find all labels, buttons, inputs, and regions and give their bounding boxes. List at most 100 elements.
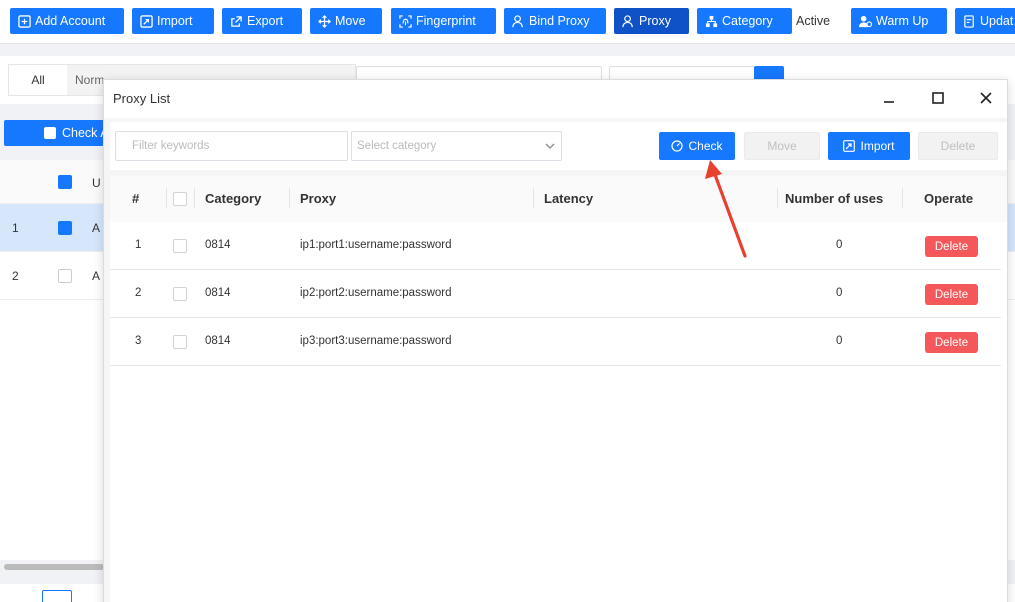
proxy-label: Proxy bbox=[639, 14, 671, 28]
dialog-title: Proxy List bbox=[113, 91, 171, 106]
row-category: 0814 bbox=[205, 335, 231, 347]
update-button[interactable]: Updat bbox=[955, 8, 1015, 34]
select-all-checkbox[interactable] bbox=[173, 192, 187, 206]
row-checkbox[interactable] bbox=[58, 221, 72, 235]
update-icon bbox=[964, 14, 974, 28]
close-icon[interactable] bbox=[978, 90, 994, 106]
row-delete-button[interactable]: Delete bbox=[925, 284, 978, 305]
add-account-label: Add Account bbox=[35, 14, 106, 28]
category-select[interactable]: Select category bbox=[351, 131, 562, 161]
add-account-button[interactable]: Add Account bbox=[10, 8, 124, 34]
column-category: Category bbox=[205, 191, 262, 206]
bind-proxy-icon bbox=[512, 14, 523, 27]
move-button[interactable]: Move bbox=[310, 8, 382, 34]
column-index: # bbox=[132, 191, 140, 206]
import-label: Import bbox=[157, 14, 193, 28]
import-icon bbox=[843, 140, 856, 152]
check-button[interactable]: Check bbox=[659, 132, 735, 160]
active-label: Active bbox=[796, 14, 831, 28]
column-operate: Operate bbox=[924, 191, 974, 206]
row-category: 0814 bbox=[205, 287, 231, 299]
row-index: 2 bbox=[12, 269, 19, 283]
warm-up-icon bbox=[859, 15, 872, 27]
row-proxy: ip1:port1:username:password bbox=[300, 239, 452, 251]
chevron-down-icon bbox=[545, 143, 555, 149]
bind-proxy-label: Bind Proxy bbox=[529, 14, 590, 28]
header-partial: U bbox=[92, 176, 101, 190]
minimize-icon[interactable] bbox=[881, 90, 897, 106]
import-icon bbox=[140, 14, 153, 28]
export-label: Export bbox=[247, 14, 284, 28]
row-index: 1 bbox=[135, 239, 142, 251]
fingerprint-label: Fingerprint bbox=[416, 14, 476, 28]
table-row[interactable]: 1 0814 ip1:port1:username:password 0 Del… bbox=[110, 222, 1001, 270]
row-checkbox[interactable] bbox=[58, 269, 72, 283]
column-proxy: Proxy bbox=[300, 191, 337, 206]
column-latency: Latency bbox=[544, 191, 594, 206]
horizontal-scrollbar[interactable] bbox=[4, 564, 104, 570]
move-label: Move bbox=[335, 14, 366, 28]
table-row[interactable]: 3 0814 ip3:port3:username:password 0 Del… bbox=[110, 318, 1001, 366]
speedometer-icon bbox=[671, 140, 684, 152]
delete-button[interactable]: Delete bbox=[918, 132, 998, 160]
row-delete-button[interactable]: Delete bbox=[925, 236, 978, 257]
row-proxy: ip3:port3:username:password bbox=[300, 335, 452, 347]
row-proxy: ip2:port2:username:password bbox=[300, 287, 452, 299]
column-number-of-uses: Number of uses bbox=[785, 191, 884, 206]
column-separator bbox=[533, 188, 534, 208]
proxy-table-header: # Category Proxy Latency Number of uses … bbox=[110, 176, 1007, 222]
category-label: Category bbox=[722, 14, 773, 28]
import-button[interactable]: Import bbox=[828, 132, 910, 160]
plus-square-icon bbox=[18, 14, 31, 28]
check-label: Check bbox=[688, 139, 723, 153]
export-button[interactable]: Export bbox=[222, 8, 302, 34]
warm-up-button[interactable]: Warm Up bbox=[851, 8, 947, 34]
fingerprint-button[interactable]: Fingerprint bbox=[391, 8, 496, 34]
update-label: Updat bbox=[980, 14, 1014, 28]
row-category: 0814 bbox=[205, 239, 231, 251]
warm-up-label: Warm Up bbox=[876, 14, 929, 28]
proxy-list-dialog: Proxy List Filter keywords Select catego… bbox=[103, 79, 1008, 602]
page-number-box[interactable] bbox=[42, 590, 72, 602]
proxy-button[interactable]: Proxy bbox=[614, 8, 689, 34]
row-delete-button[interactable]: Delete bbox=[925, 332, 978, 353]
column-separator bbox=[902, 188, 903, 208]
category-select-placeholder: Select category bbox=[357, 140, 437, 152]
maximize-icon[interactable] bbox=[930, 90, 946, 106]
fingerprint-icon bbox=[399, 14, 412, 28]
check-all-button[interactable]: Check A bbox=[4, 120, 110, 146]
row-text: A bbox=[92, 269, 101, 283]
category-button[interactable]: Category bbox=[697, 8, 792, 34]
row-index: 1 bbox=[12, 221, 19, 235]
proxy-icon bbox=[622, 14, 633, 27]
import-button[interactable]: Import bbox=[132, 8, 214, 34]
export-icon bbox=[231, 15, 242, 27]
move-label: Move bbox=[767, 139, 797, 153]
column-separator bbox=[194, 188, 195, 208]
table-row[interactable]: 2 0814 ip2:port2:username:password 0 Del… bbox=[110, 270, 1001, 318]
row-uses: 0 bbox=[836, 239, 843, 251]
row-index: 3 bbox=[135, 335, 142, 347]
row-uses: 0 bbox=[836, 287, 843, 299]
row-checkbox[interactable] bbox=[173, 239, 187, 253]
move-icon bbox=[318, 14, 331, 28]
select-all-checkbox[interactable] bbox=[58, 175, 72, 189]
main-toolbar: Add Account Import Export Move Fingerpri… bbox=[0, 0, 1015, 44]
checkbox-icon bbox=[44, 127, 56, 139]
column-separator bbox=[777, 188, 778, 208]
column-separator bbox=[166, 188, 167, 208]
row-uses: 0 bbox=[836, 335, 843, 347]
dialog-toolbar: Filter keywords Select category Check Mo… bbox=[110, 122, 1007, 170]
column-separator bbox=[289, 188, 290, 208]
row-checkbox[interactable] bbox=[173, 335, 187, 349]
move-button[interactable]: Move bbox=[744, 132, 820, 160]
dialog-header: Proxy List bbox=[104, 80, 1007, 118]
row-index: 2 bbox=[135, 287, 142, 299]
filter-keywords-input[interactable]: Filter keywords bbox=[115, 131, 348, 161]
row-checkbox[interactable] bbox=[173, 287, 187, 301]
bind-proxy-button[interactable]: Bind Proxy bbox=[504, 8, 606, 34]
tab-all[interactable]: All bbox=[9, 65, 67, 95]
category-icon bbox=[705, 15, 718, 27]
row-text: A bbox=[92, 221, 101, 235]
check-all-label: Check A bbox=[62, 126, 109, 140]
